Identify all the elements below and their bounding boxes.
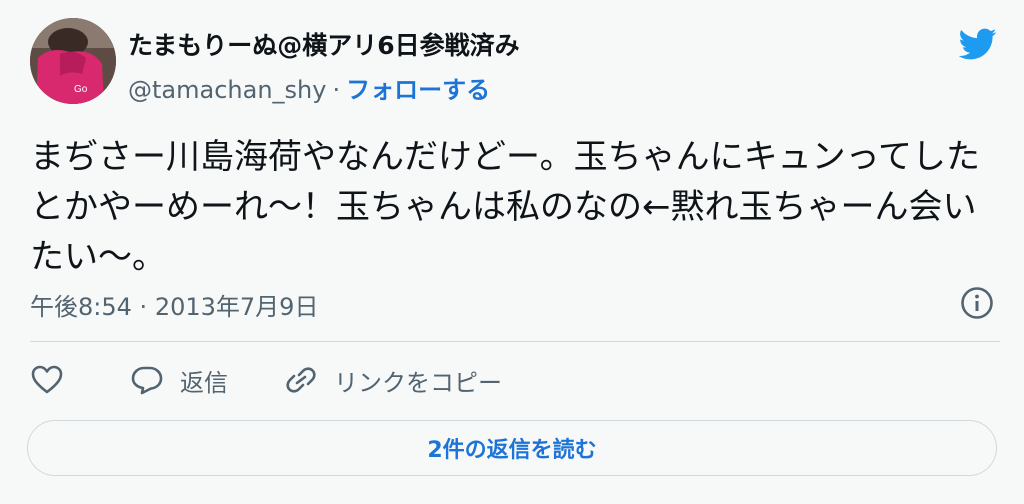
author-display-name[interactable]: たまもりーぬ@横アリ6日参戦済み — [128, 26, 520, 62]
info-icon[interactable] — [960, 286, 994, 320]
tweet-text: まぢさー川島海荷やなんだけどー。玉ちゃんにキュンってしたとかやーめーれ〜！玉ちゃ… — [30, 137, 980, 277]
divider — [30, 341, 1000, 342]
tweet-timestamp[interactable]: 午後8:54 · 2013年7月9日 — [30, 287, 318, 322]
avatar-image: Go — [30, 18, 116, 104]
speech-bubble-icon — [131, 366, 163, 395]
avatar[interactable]: Go — [30, 18, 116, 104]
author-handle[interactable]: @tamachan_shy — [128, 76, 326, 104]
heart-icon — [31, 365, 63, 394]
copy-link-label: リンクをコピー — [334, 368, 502, 397]
reply-button[interactable]: 返信 — [130, 360, 228, 400]
action-bar: 返信 リンクをコピー — [30, 360, 1000, 400]
read-replies-button[interactable]: 2件の返信を読む — [27, 420, 997, 476]
follow-link[interactable]: フォローする — [346, 76, 490, 104]
author-handle-row: @tamachan_shy · フォローする — [128, 70, 490, 105]
tweet-date: 2013年7月9日 — [154, 293, 319, 321]
copy-link-button[interactable]: リンクをコピー — [284, 360, 502, 400]
link-icon — [286, 367, 316, 393]
twitter-bird-icon[interactable] — [954, 24, 1000, 64]
like-button[interactable] — [30, 360, 64, 400]
svg-text:Go: Go — [74, 84, 88, 95]
reply-label: 返信 — [180, 368, 228, 397]
meta-separator: · — [139, 293, 148, 321]
tweet-time: 午後8:54 — [30, 293, 132, 321]
tweet-card: Go たまもりーぬ@横アリ6日参戦済み @tamachan_shy · フォローする… — [0, 0, 1024, 504]
handle-separator: · — [332, 76, 341, 104]
